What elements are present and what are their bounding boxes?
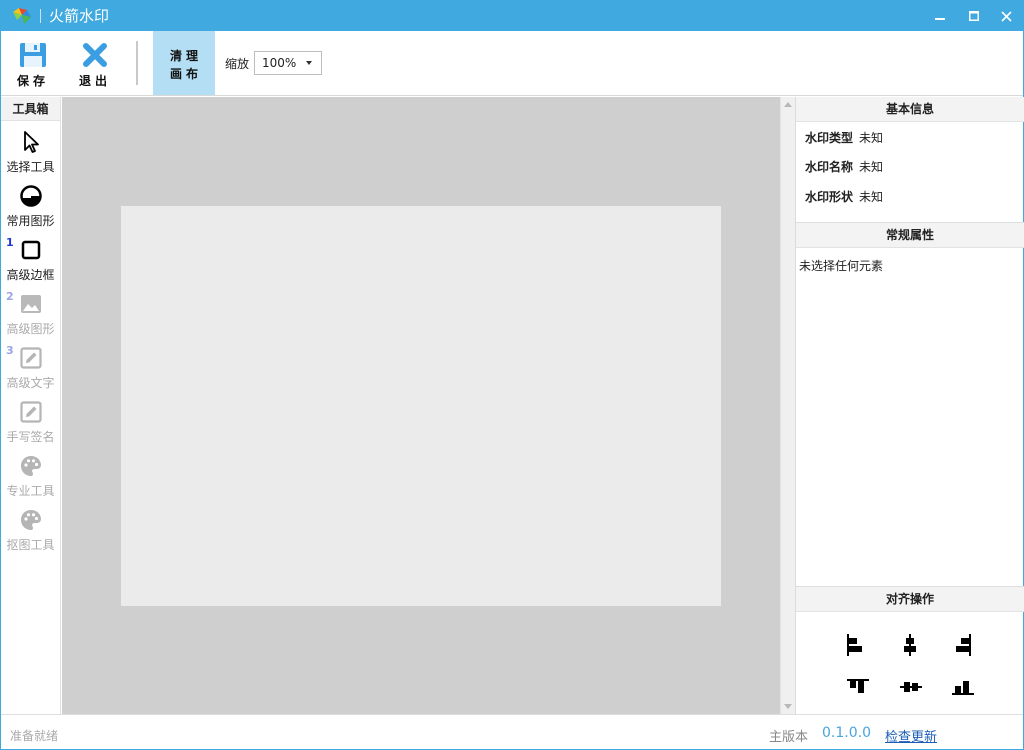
no-selection-text: 未选择任何元素 [799,259,884,273]
maximize-icon [969,11,979,21]
minimize-button[interactable] [923,1,957,31]
info-value: 未知 [859,190,884,204]
align-middle-vertical-button[interactable] [898,674,924,700]
canvas-workspace[interactable] [62,97,780,714]
info-value: 未知 [859,131,884,145]
tool-label: 专业工具 [6,484,55,498]
align-bottom-icon [952,681,974,695]
tool-common-shapes[interactable]: 常用图形 [1,179,60,231]
version-label: 主版本 [769,730,809,745]
align-header: 对齐操作 [796,587,1024,612]
exit-x-icon [83,43,107,67]
tool-number: 2 [6,290,14,303]
align-top-button[interactable] [845,674,871,700]
tool-label: 抠图工具 [6,538,55,552]
align-right-button[interactable] [950,632,976,658]
shape-circle-icon [20,185,42,207]
align-center-horizontal-icon [904,634,916,656]
clear-canvas-label-1: 清理 [169,49,202,63]
tool-advanced-border[interactable]: 1 高级边框 [1,233,60,285]
tool-label: 高级文字 [6,376,55,390]
clear-canvas-label-2: 画布 [169,67,202,81]
info-key: 水印形状 [805,190,854,204]
zoom-value: 100% [262,56,297,70]
align-left-button[interactable] [842,632,868,658]
info-key: 水印类型 [805,131,854,145]
info-row-type: 水印类型 未知 [805,129,883,146]
canvas-vertical-scrollbar[interactable] [780,97,795,714]
align-top-icon [847,679,869,693]
tool-label: 常用图形 [6,214,55,228]
check-update-link[interactable]: 检查更新 [885,726,937,745]
properties-panel: 基本信息 水印类型 未知 水印名称 未知 水印形状 未知 常规属性 未选择任何元素 对… [795,97,1024,714]
tool-number: 1 [6,236,14,249]
tool-select[interactable]: 选择工具 [1,125,60,177]
exit-button[interactable]: 退出 [73,31,117,95]
version-value: 0.1.0.0 [822,725,871,741]
tool-cutout[interactable]: 抠图工具 [1,503,60,555]
title-separator [40,9,41,23]
save-label: 保存 [16,74,49,88]
save-icon [20,43,46,67]
scroll-up-icon[interactable] [784,102,792,107]
image-icon [21,295,41,313]
close-button[interactable] [989,1,1023,31]
chevron-down-icon [306,61,312,65]
cursor-icon [24,131,39,153]
zoom-dropdown[interactable]: 100% [254,51,322,75]
toolbar-divider [136,41,138,85]
minimize-icon [935,18,945,20]
canvas-paper[interactable] [121,206,721,606]
align-bottom-button[interactable] [950,674,976,700]
info-row-name: 水印名称 未知 [805,158,883,175]
save-button[interactable]: 保存 [11,31,55,95]
edit-icon [20,401,42,423]
info-key: 水印名称 [805,160,854,174]
rocket-logo-icon [13,8,31,24]
clear-canvas-button[interactable]: 清理 画布 [153,31,215,95]
align-right-icon [956,634,971,656]
maximize-button[interactable] [957,1,991,31]
tool-advanced-text[interactable]: 3 高级文字 [1,341,60,393]
exit-label: 退出 [78,74,111,88]
main-toolbar: 保存 退出 清理 画布 缩放 100% [1,31,1023,96]
palette-icon [21,456,41,476]
window-title: 火箭水印 [49,7,110,25]
palette-icon [21,510,41,530]
app-window: 火箭水印 保存 退出 清理 画布 缩放 100% 工具箱 选择工具 常用图形 1… [0,0,1024,750]
tool-handwritten-signature[interactable]: 手写签名 [1,395,60,447]
align-left-icon [847,634,862,656]
align-center-horizontal-button[interactable] [897,632,923,658]
align-middle-vertical-icon [900,682,922,692]
toolbox-panel: 工具箱 选择工具 常用图形 1 高级边框 2 高级图形 3 高级文字 手写签名 … [1,97,61,714]
general-props-header: 常规属性 [796,223,1024,248]
info-value: 未知 [859,160,884,174]
tool-label: 高级图形 [6,322,55,336]
tool-professional[interactable]: 专业工具 [1,449,60,501]
tool-label: 手写签名 [6,430,55,444]
title-bar: 火箭水印 [1,1,1023,31]
info-row-shape: 水印形状 未知 [805,188,883,205]
edit-icon [20,347,42,369]
tool-label: 选择工具 [6,160,55,174]
status-text: 准备就绪 [10,729,59,743]
tool-label: 高级边框 [6,268,55,282]
square-frame-icon [21,240,41,260]
close-icon [1000,10,1012,22]
basic-info-header: 基本信息 [796,97,1024,122]
tool-number: 3 [6,344,14,357]
zoom-label: 缩放 [225,57,250,71]
toolbox-header: 工具箱 [1,97,60,121]
tool-advanced-image[interactable]: 2 高级图形 [1,287,60,339]
status-bar: 准备就绪 主版本 0.1.0.0 检查更新 [1,714,1023,749]
scroll-down-icon[interactable] [784,704,792,709]
